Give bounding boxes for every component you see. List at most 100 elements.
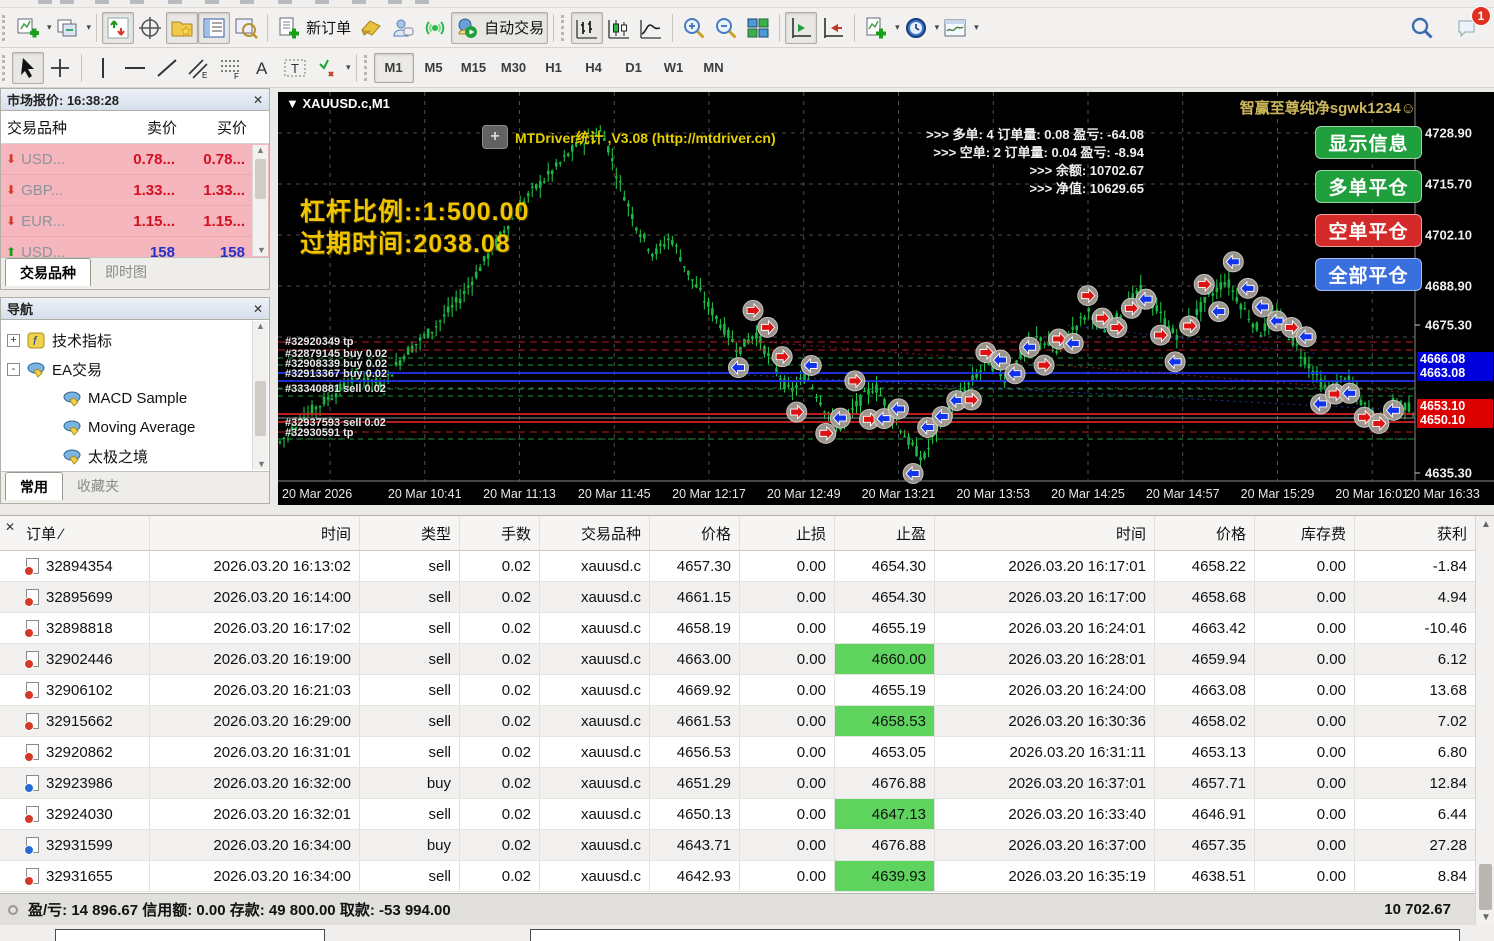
orders-column-4[interactable]: 交易品种	[540, 516, 650, 550]
timeframe-mn[interactable]: MN	[694, 53, 734, 83]
fibonacci-tool[interactable]: F	[215, 52, 247, 84]
timeframe-d1[interactable]: D1	[614, 53, 654, 83]
chart-profiles-dropdown[interactable]: ▾	[87, 22, 92, 33]
order-row[interactable]: 32920862 2026.03.20 16:31:01 sell 0.02 xauus…	[0, 737, 1494, 768]
ea-button-1[interactable]: 多单平仓	[1315, 170, 1422, 203]
ea-button-2[interactable]: 空单平仓	[1315, 214, 1422, 247]
order-row[interactable]: 32898818 2026.03.20 16:17:02 sell 0.02 xauus…	[0, 613, 1494, 644]
ea-button-3[interactable]: 全部平仓	[1315, 258, 1422, 291]
toolbar-grip[interactable]	[363, 54, 371, 81]
order-row[interactable]: 32906102 2026.03.20 16:21:03 sell 0.02 xauus…	[0, 675, 1494, 706]
scroll-thumb[interactable]	[1479, 864, 1492, 910]
arrows-tool[interactable]	[311, 52, 343, 84]
market-watch-toggle[interactable]	[102, 11, 135, 44]
orders-column-1[interactable]: 时间	[150, 516, 360, 550]
column-symbol[interactable]: 交易品种	[1, 117, 113, 138]
crosshair-tool[interactable]	[44, 52, 76, 84]
navigator-titlebar[interactable]: 导航 ✕	[1, 298, 269, 320]
scroll-up-icon[interactable]: ▲	[1481, 519, 1491, 530]
chart-shift-button[interactable]	[817, 12, 849, 44]
terminal-toggle[interactable]	[198, 11, 231, 44]
navigator-item-ea交易[interactable]: - EA交易	[1, 355, 269, 384]
order-row[interactable]: 32902446 2026.03.20 16:19:00 sell 0.02 xauus…	[0, 644, 1494, 675]
chart-window[interactable]: 4728.90 4715.70 4702.10 4688.90 4675.30 4635.…	[278, 92, 1494, 505]
toolbar-grip[interactable]	[561, 14, 568, 41]
close-icon[interactable]: ✕	[253, 93, 263, 107]
tree-expander-icon[interactable]: -	[7, 363, 20, 376]
tab-tick-chart[interactable]: 即时图	[91, 258, 161, 286]
new-chart-dropdown[interactable]: ▾	[47, 22, 52, 33]
orders-column-7[interactable]: 止盈	[835, 516, 935, 550]
close-icon[interactable]: ✕	[253, 302, 263, 316]
orders-column-9[interactable]: 价格	[1155, 516, 1255, 550]
zoom-out-button[interactable]	[710, 12, 742, 44]
text-tool[interactable]: A	[247, 52, 279, 84]
orders-column-0[interactable]: 订单 ∕	[0, 516, 150, 550]
tree-expander-icon[interactable]: +	[7, 334, 20, 347]
column-bid[interactable]: 卖价	[113, 117, 183, 138]
timeframe-h4[interactable]: H4	[574, 53, 614, 83]
auto-scroll-button[interactable]	[785, 11, 818, 44]
navigator-item-太极之境[interactable]: 太极之境	[1, 442, 269, 471]
timeframe-h1[interactable]: H1	[534, 53, 574, 83]
indicators-button[interactable]	[860, 12, 892, 44]
periods-button[interactable]	[900, 12, 932, 44]
horizontal-line-tool[interactable]	[119, 52, 151, 84]
timeframe-m15[interactable]: M15	[454, 53, 494, 83]
market-watch-scrollbar[interactable]: ▲ ▼	[252, 145, 268, 256]
market-watch-row[interactable]: ⬇ EUR... 1.15... 1.15...	[1, 206, 269, 237]
search-icon[interactable]	[1406, 12, 1438, 44]
notifications-icon[interactable]: 1	[1452, 6, 1491, 44]
tab-symbols[interactable]: 交易品种	[5, 258, 91, 286]
signals-button[interactable]	[419, 12, 451, 44]
community-button[interactable]	[387, 12, 419, 44]
order-row[interactable]: 32895699 2026.03.20 16:14:00 sell 0.02 xauus…	[0, 582, 1494, 613]
order-row[interactable]: 32931599 2026.03.20 16:34:00 buy 0.02 xauusd…	[0, 830, 1494, 861]
indicators-dropdown[interactable]: ▾	[895, 22, 900, 33]
templates-dropdown[interactable]: ▾	[974, 22, 979, 33]
cursor-tool[interactable]	[12, 51, 44, 84]
orders-column-8[interactable]: 时间	[935, 516, 1155, 550]
market-watch-row[interactable]: ⬇ USD... 0.78... 0.78...	[1, 144, 269, 175]
market-watch-row[interactable]: ⬆ USD... 158 158	[1, 237, 269, 258]
navigator-item-技术指标[interactable]: + f 技术指标	[1, 326, 269, 355]
orders-column-3[interactable]: 手数	[460, 516, 540, 550]
text-label-tool[interactable]: T	[279, 52, 311, 84]
new-order-button[interactable]: 新订单	[273, 12, 355, 44]
order-row[interactable]: 32915662 2026.03.20 16:29:00 sell 0.02 xauus…	[0, 706, 1494, 737]
timeframe-m5[interactable]: M5	[414, 53, 454, 83]
new-chart-button[interactable]	[12, 12, 44, 44]
ea-button-0[interactable]: 显示信息	[1315, 126, 1422, 159]
order-row[interactable]: 32894354 2026.03.20 16:13:02 sell 0.02 xauus…	[0, 551, 1494, 582]
tab-common[interactable]: 常用	[5, 472, 63, 500]
market-watch-row[interactable]: ⬇ GBP... 1.33... 1.33...	[1, 175, 269, 206]
orders-scrollbar[interactable]: ▲ ▼	[1475, 516, 1494, 926]
chat-button[interactable]	[355, 12, 387, 44]
close-icon[interactable]: ✕	[5, 520, 15, 534]
market-watch-titlebar[interactable]: 市场报价: 16:38:28 ✕	[1, 89, 269, 111]
chart-canvas[interactable]: 4728.90 4715.70 4702.10 4688.90 4675.30 4635.…	[278, 92, 1494, 505]
vertical-line-tool[interactable]	[87, 52, 119, 84]
tile-windows-button[interactable]	[742, 12, 774, 44]
toolbar-grip[interactable]	[2, 14, 9, 41]
scroll-down-icon[interactable]: ▼	[1481, 912, 1491, 923]
equidistant-channel-tool[interactable]: E	[183, 52, 215, 84]
orders-column-6[interactable]: 止损	[740, 516, 835, 550]
navigator-toggle[interactable]	[166, 11, 199, 44]
tab-favorites[interactable]: 收藏夹	[63, 472, 133, 500]
orders-column-11[interactable]: 获利	[1355, 516, 1475, 550]
strategy-tester-button[interactable]	[230, 12, 262, 44]
order-row[interactable]: 32924030 2026.03.20 16:32:01 sell 0.02 xauus…	[0, 799, 1494, 830]
navigator-item-macd-sample[interactable]: MACD Sample	[1, 384, 269, 413]
line-chart-button[interactable]	[635, 12, 667, 44]
orders-column-2[interactable]: 类型	[360, 516, 460, 550]
timeframe-m1[interactable]: M1	[373, 52, 414, 83]
candlestick-chart-button[interactable]	[603, 12, 635, 44]
navigator-item-moving-average[interactable]: Moving Average	[1, 413, 269, 442]
column-ask[interactable]: 买价	[183, 117, 253, 138]
templates-button[interactable]	[939, 12, 971, 44]
order-row[interactable]: 32923986 2026.03.20 16:32:00 buy 0.02 xauusd…	[0, 768, 1494, 799]
order-row[interactable]: 32931655 2026.03.20 16:34:00 sell 0.02 xauus…	[0, 861, 1494, 892]
data-window-button[interactable]	[134, 12, 166, 44]
timeframe-m30[interactable]: M30	[494, 53, 534, 83]
